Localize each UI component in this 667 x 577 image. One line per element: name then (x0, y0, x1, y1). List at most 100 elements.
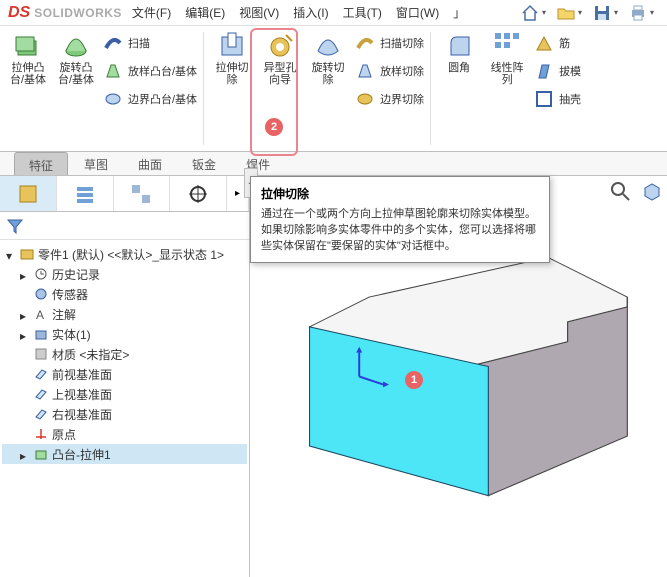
tree-root[interactable]: ▾ 零件1 (默认) <<默认>_显示状态 1> (2, 244, 247, 264)
extrude-cut-icon (218, 31, 246, 59)
tab-surfaces[interactable]: 曲面 (124, 152, 176, 175)
dimxpert-icon (187, 183, 209, 205)
featuremanager-icon (17, 183, 39, 205)
hole-wizard-icon (266, 31, 294, 59)
filter-row (0, 212, 249, 240)
part-icon (20, 247, 34, 261)
revolved-cut-button[interactable]: 旋转切 除 (306, 30, 350, 86)
lofted-cut-button[interactable]: 放样切除 (354, 58, 424, 84)
svg-text:A: A (36, 308, 44, 321)
logo-ds-icon: DS (8, 4, 30, 22)
revolved-boss-icon (62, 31, 90, 59)
step1-badge: 1 (405, 371, 423, 389)
tree-feature-extrude1[interactable]: ▸ 凸台-拉伸1 (2, 444, 247, 464)
save-button[interactable]: ▾ (591, 2, 619, 24)
boss-extrude-icon (14, 31, 42, 59)
draft-icon (534, 61, 554, 81)
lofted-cut-icon (355, 61, 375, 81)
menu-window[interactable]: 窗口(W) (396, 4, 439, 21)
plane-icon (34, 367, 48, 381)
tree-history[interactable]: ▸ 历史记录 (2, 264, 247, 284)
sensors-icon (34, 287, 48, 301)
main-menu: 文件(F) 编辑(E) 视图(V) 插入(I) 工具(T) 窗口(W) 」 (132, 4, 465, 21)
linear-pattern-button[interactable]: 线性阵 列 (485, 30, 529, 86)
tree-annotations[interactable]: ▸ A 注解 (2, 304, 247, 324)
shell-icon (534, 89, 554, 109)
rib-icon (534, 33, 554, 53)
menu-view[interactable]: 视图(V) (239, 4, 279, 21)
fillet-icon (445, 31, 473, 59)
lofted-boss-icon (103, 61, 123, 81)
print-button[interactable]: ▾ (627, 2, 655, 24)
boundary-cut-icon (355, 89, 375, 109)
boundary-boss-icon (103, 89, 123, 109)
open-icon (556, 3, 576, 23)
chevron-down-icon[interactable]: ▾ (6, 249, 16, 259)
chevron-right-icon[interactable]: ▸ (20, 309, 30, 319)
isometric-view-icon[interactable] (641, 180, 663, 202)
lofted-boss-button[interactable]: 放样凸台/基体 (102, 58, 197, 84)
zoom-icon[interactable] (609, 180, 631, 202)
panel-tab-configurationmanager[interactable] (114, 176, 171, 211)
plane-icon (34, 407, 48, 421)
revolved-boss-button[interactable]: 旋转凸 台/基体 (54, 30, 98, 86)
swept-cut-button[interactable]: 扫描切除 (354, 30, 424, 56)
panel-tab-propertymanager[interactable] (57, 176, 114, 211)
history-icon (34, 267, 48, 281)
panel-tab-dimxpert[interactable] (170, 176, 227, 211)
material-icon (34, 347, 48, 361)
tree-front-plane[interactable]: 前视基准面 (2, 364, 247, 384)
tab-sketch[interactable]: 草图 (70, 152, 122, 175)
app-logo: DS SOLIDWORKS (8, 4, 122, 22)
tree-top-plane[interactable]: 上视基准面 (2, 384, 247, 404)
tab-weldments[interactable]: 焊件 (232, 152, 284, 175)
menu-file[interactable]: 文件(F) (132, 4, 171, 21)
origin-icon (34, 427, 48, 441)
tab-features[interactable]: 特征 (14, 152, 68, 175)
rib-button[interactable]: 筋 (533, 30, 581, 56)
feature-manager-panel: ▸ ▾ 零件1 (默认) <<默认>_显示状态 1> ▸ 历史记录 传感器 (0, 176, 250, 577)
linear-pattern-icon (493, 31, 521, 59)
home-button[interactable]: ▾ (519, 2, 547, 24)
view-toolbar (609, 180, 663, 202)
revolved-cut-icon (314, 31, 342, 59)
tree-solid-bodies[interactable]: ▸ 实体(1) (2, 324, 247, 344)
tree-root-label: 零件1 (默认) <<默认>_显示状态 1> (38, 246, 224, 263)
save-icon (592, 3, 612, 23)
logo-text: SOLIDWORKS (34, 6, 122, 20)
tree-origin[interactable]: 原点 (2, 424, 247, 444)
boundary-cut-button[interactable]: 边界切除 (354, 86, 424, 112)
tooltip-body: 通过在一个或两个方向上拉伸草图轮廓来切除实体模型。 如果切除影响多实体零件中的多… (261, 206, 539, 254)
step2-badge: 2 (265, 118, 283, 136)
panel-tab-featuremanager[interactable] (0, 176, 57, 211)
fillet-button[interactable]: 圆角 (437, 30, 481, 74)
hole-wizard-button[interactable]: 异型孔 向导 (258, 30, 302, 86)
tooltip-title: 拉伸切除 (261, 185, 539, 202)
tree-right-plane[interactable]: 右视基准面 (2, 404, 247, 424)
ribbon: 拉伸凸 台/基体 旋转凸 台/基体 扫描 放样凸台/基体 边界凸台/基体 (0, 26, 667, 152)
panel-tabs: ▸ (0, 176, 249, 212)
tab-sheetmetal[interactable]: 钣金 (178, 152, 230, 175)
chevron-right-icon: ▸ (235, 188, 240, 199)
extrude-feature-icon (34, 447, 48, 461)
open-button[interactable]: ▾ (555, 2, 583, 24)
swept-button[interactable]: 扫描 (102, 30, 197, 56)
tree-material[interactable]: 材质 <未指定> (2, 344, 247, 364)
menu-overflow-icon[interactable]: 」 (453, 4, 465, 21)
filter-icon[interactable] (6, 217, 24, 235)
shell-button[interactable]: 抽壳 (533, 86, 581, 112)
menu-edit[interactable]: 编辑(E) (185, 4, 225, 21)
draft-button[interactable]: 拔模 (533, 58, 581, 84)
chevron-right-icon[interactable]: ▸ (20, 329, 30, 339)
tree-sensors[interactable]: 传感器 (2, 284, 247, 304)
annotations-icon: A (34, 307, 48, 321)
menu-insert[interactable]: 插入(I) (293, 4, 328, 21)
boss-extrude-button[interactable]: 拉伸凸 台/基体 (6, 30, 50, 86)
boundary-boss-button[interactable]: 边界凸台/基体 (102, 86, 197, 112)
extrude-cut-button[interactable]: 拉伸切 除 (210, 30, 254, 86)
chevron-right-icon[interactable]: ▸ (20, 269, 30, 279)
tooltip-extrude-cut: 拉伸切除 通过在一个或两个方向上拉伸草图轮廓来切除实体模型。 如果切除影响多实体… (250, 176, 550, 263)
feature-tree: ▾ 零件1 (默认) <<默认>_显示状态 1> ▸ 历史记录 传感器 ▸ A … (0, 240, 249, 577)
menu-tools[interactable]: 工具(T) (343, 4, 382, 21)
chevron-right-icon[interactable]: ▸ (20, 449, 30, 459)
